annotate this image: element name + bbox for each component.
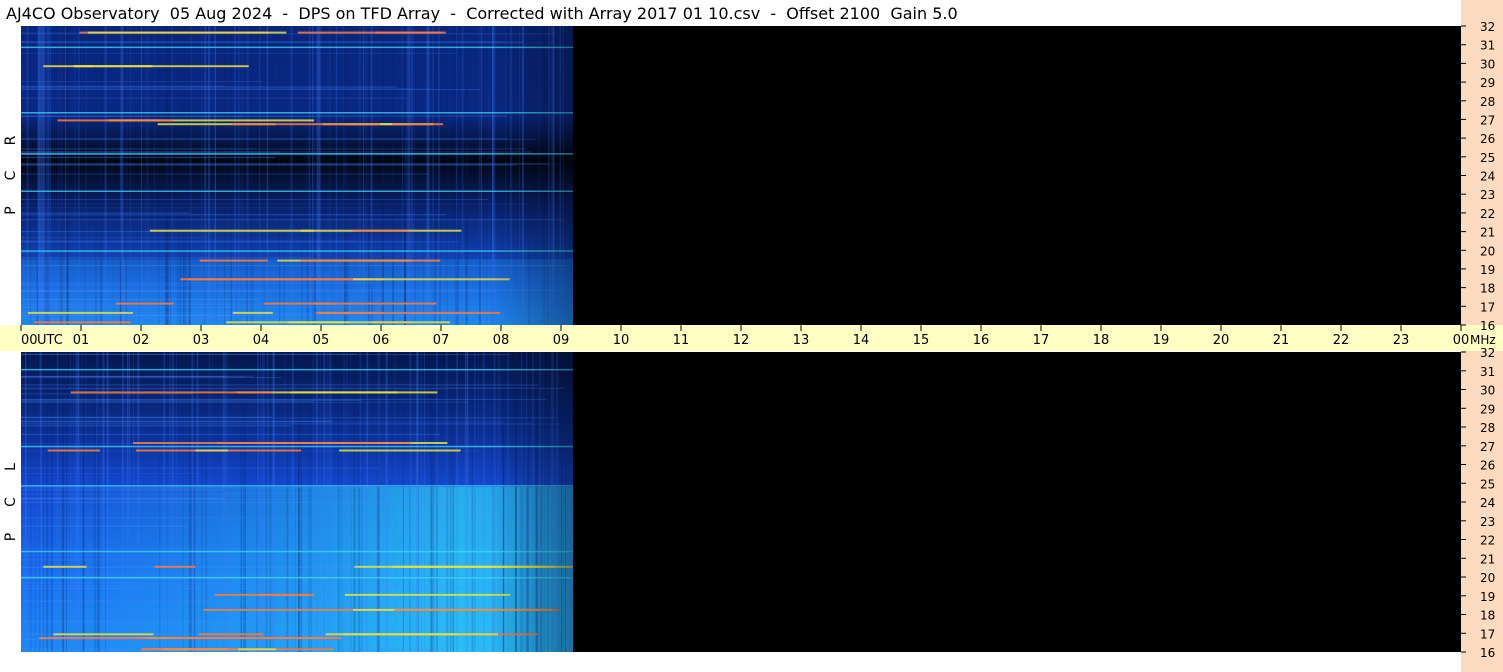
x-tick-label: 00 [21, 333, 38, 348]
y-tick-label: 27 [1480, 440, 1495, 454]
x-tick-label: 15 [913, 333, 930, 348]
y-tick-label: 20 [1480, 571, 1495, 585]
x-tick-label: 20 [1213, 333, 1230, 348]
y-tick-label: 23 [1480, 515, 1495, 529]
y-tick-label: 16 [1480, 319, 1495, 333]
y-tick-label: 19 [1480, 590, 1495, 604]
y-tick-label: 22 [1480, 207, 1495, 221]
panel-rcp: R C P [3, 26, 1461, 326]
x-tick-label: 07 [433, 333, 450, 348]
x-tick-label: 06 [373, 333, 390, 348]
y-unit-label: MHz [1470, 333, 1496, 347]
x-tick-label: 23 [1393, 333, 1410, 348]
y-tick-label: 32 [1480, 20, 1495, 34]
x-tick-label: 13 [793, 333, 810, 348]
polarization-letter: L [3, 463, 19, 471]
y-tick-label: 31 [1480, 365, 1495, 379]
y-tick-label: 32 [1480, 346, 1495, 360]
x-tick-label: 04 [253, 333, 270, 348]
y-tick-label: 30 [1480, 57, 1495, 71]
y-tick-label: 19 [1480, 263, 1495, 277]
y-tick-label: 26 [1480, 459, 1495, 473]
x-tick-label: 05 [313, 333, 330, 348]
y-tick-label: 24 [1480, 170, 1495, 184]
y-tick-label: 29 [1480, 76, 1495, 90]
y-tick-label: 25 [1480, 151, 1495, 165]
x-axis: 00 01 02 03 04 05 06 07 08 09 10 11 12 13 14 15 16 17 18 19… [20, 325, 1496, 348]
y-tick-label: 28 [1480, 421, 1495, 435]
x-tick-label: 12 [733, 333, 750, 348]
y-tick-label: 30 [1480, 384, 1495, 398]
y-tick-label: 23 [1480, 188, 1495, 202]
y-tick-label: 31 [1480, 39, 1495, 53]
x-tick-label: 09 [553, 333, 570, 348]
x-tick-label: 18 [1093, 333, 1110, 348]
y-tick-label: 29 [1480, 402, 1495, 416]
y-tick-label: 16 [1480, 646, 1495, 660]
polarization-letter: P [3, 533, 19, 541]
y-tick-label: 21 [1480, 226, 1495, 240]
x-tick-label: 03 [193, 333, 210, 348]
x-tick-label: 01 [73, 333, 90, 348]
polarization-letter: R [3, 135, 19, 145]
spectrogram-plot: R C P L C P 00 01 02 03 04 05 06 07 08 09 10 11 12 13 14 15 1… [3, 20, 1496, 660]
y-tick-label: 17 [1480, 300, 1495, 314]
x-tick-label: 14 [853, 333, 870, 348]
polarization-letter: C [3, 497, 19, 507]
y-tick-label: 20 [1480, 244, 1495, 258]
y-tick-label: 17 [1480, 627, 1495, 641]
y-tick-label: 21 [1480, 552, 1495, 566]
x-unit-label: UTC [37, 333, 63, 348]
panel-lcp: L C P [3, 352, 1461, 652]
x-tick-label: 17 [1033, 333, 1050, 348]
y-tick-label: 25 [1480, 477, 1495, 491]
x-tick-label: 22 [1333, 333, 1350, 348]
signal-edge-fade [21, 352, 573, 652]
y-tick-label: 18 [1480, 282, 1495, 296]
spectrogram-window: AJ4CO Observatory 05 Aug 2024 - DPS on T… [0, 0, 1503, 672]
polarization-letter: P [3, 206, 19, 214]
x-tick-label: 21 [1273, 333, 1290, 348]
x-tick-label: 08 [493, 333, 510, 348]
x-tick-label: 16 [973, 333, 990, 348]
x-tick-label: 00 [1453, 333, 1470, 348]
x-tick-label: 11 [673, 333, 690, 348]
x-tick-label: 19 [1153, 333, 1170, 348]
y-tick-label: 22 [1480, 534, 1495, 548]
y-tick-label: 18 [1480, 609, 1495, 623]
y-tick-label: 27 [1480, 113, 1495, 127]
x-tick-label: 10 [613, 333, 630, 348]
y-tick-label: 26 [1480, 132, 1495, 146]
polarization-letter: C [3, 170, 19, 180]
signal-edge-fade [21, 26, 573, 325]
x-tick-label: 02 [133, 333, 150, 348]
y-tick-label: 28 [1480, 95, 1495, 109]
y-tick-label: 24 [1480, 496, 1495, 510]
